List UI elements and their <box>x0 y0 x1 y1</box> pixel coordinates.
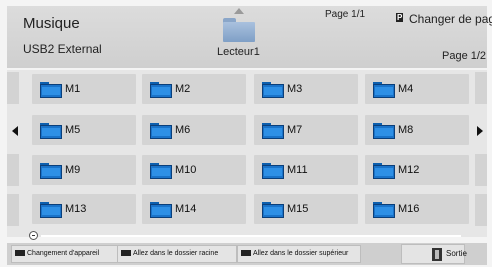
folder-icon <box>262 123 284 139</box>
folder-tile[interactable]: M16 <box>365 194 469 224</box>
folder-icon <box>150 82 172 98</box>
current-folder-label: Lecteur1 <box>217 46 260 58</box>
folder-tile[interactable]: M10 <box>142 155 246 185</box>
right-side-strip <box>475 154 487 186</box>
folder-name: M13 <box>65 203 87 215</box>
media-browser-screen: Musique USB2 External Lecteur1 Page 1/1 … <box>0 0 492 267</box>
color-key-icon <box>241 250 251 257</box>
folder-tile[interactable]: M9 <box>32 155 136 185</box>
go-parent-folder-button[interactable]: Allez dans le dossier supérieur <box>237 245 361 263</box>
left-side-strip <box>7 154 19 186</box>
go-root-folder-label: Allez dans le dossier racine <box>133 250 219 257</box>
change-device-button[interactable]: Changement d'appareil <box>11 245 119 263</box>
folder-tile[interactable]: M5 <box>32 115 136 145</box>
folder-name: M16 <box>398 203 420 215</box>
page-indicator-top: Page 1/1 <box>325 9 366 20</box>
folder-icon <box>40 163 62 179</box>
folder-name: M1 <box>65 83 81 95</box>
change-page-hint: Changer de page <box>409 12 492 26</box>
exit-label: Sortie <box>446 249 467 258</box>
page-indicator-right: Page 1/2 <box>442 50 487 62</box>
folder-tile[interactable]: M12 <box>365 155 469 185</box>
folder-name: M12 <box>398 164 420 176</box>
folder-tile[interactable]: M14 <box>142 194 246 224</box>
folder-icon <box>262 163 284 179</box>
folder-icon <box>373 202 395 218</box>
folder-name: M4 <box>398 83 414 95</box>
page-title: Musique <box>23 15 80 32</box>
folder-name: M8 <box>398 124 414 136</box>
folder-tile[interactable]: M6 <box>142 115 246 145</box>
folder-name: M2 <box>175 83 191 95</box>
right-side-strip <box>475 72 487 104</box>
p-key-icon: P <box>396 13 404 22</box>
folder-icon[interactable] <box>223 18 255 42</box>
footer-bar: Changement d'appareil Allez dans le doss… <box>7 243 487 265</box>
file-grid: M1 M2 M3 M4 M5 M6 M7 M8 M9 M10 M11 M12 M… <box>7 70 487 240</box>
right-side-strip <box>475 194 487 226</box>
folder-icon <box>373 123 395 139</box>
folder-icon <box>262 82 284 98</box>
folder-tile[interactable]: M13 <box>32 194 136 224</box>
folder-name: M10 <box>175 164 197 176</box>
triangle-up-icon[interactable] <box>234 8 244 14</box>
scrollbar-track[interactable] <box>41 235 461 237</box>
folder-name: M5 <box>65 124 81 136</box>
folder-name: M11 <box>287 164 308 176</box>
device-name: USB2 External <box>23 42 102 56</box>
folder-tile[interactable]: M1 <box>32 74 136 104</box>
folder-icon <box>150 163 172 179</box>
folder-name: M9 <box>65 164 81 176</box>
folder-name: M3 <box>287 83 303 95</box>
folder-icon <box>373 163 395 179</box>
go-root-folder-button[interactable]: Allez dans le dossier racine <box>117 245 237 263</box>
header-bar: Musique USB2 External Lecteur1 Page 1/1 … <box>7 6 492 68</box>
folder-icon <box>150 123 172 139</box>
folder-icon <box>373 82 395 98</box>
exit-button[interactable]: Sortie <box>401 244 467 264</box>
scroll-knob-icon[interactable] <box>29 231 38 240</box>
folder-tile[interactable]: M7 <box>254 115 358 145</box>
folder-tile[interactable]: M3 <box>254 74 358 104</box>
change-device-label: Changement d'appareil <box>27 250 100 257</box>
arrow-left-icon[interactable] <box>12 126 18 136</box>
folder-tile[interactable]: M15 <box>254 194 358 224</box>
folder-tile[interactable]: M8 <box>365 115 469 145</box>
folder-name: M15 <box>287 203 309 215</box>
folder-name: M14 <box>175 203 197 215</box>
exit-door-icon <box>432 248 442 261</box>
folder-icon <box>150 202 172 218</box>
color-key-icon <box>15 250 25 257</box>
left-side-strip <box>7 72 19 104</box>
folder-icon <box>40 82 62 98</box>
folder-icon <box>40 202 62 218</box>
arrow-right-icon[interactable] <box>477 126 483 136</box>
folder-tile[interactable]: M11 <box>254 155 358 185</box>
folder-tile[interactable]: M2 <box>142 74 246 104</box>
p-key-badge: P <box>395 13 404 22</box>
folder-icon <box>40 123 62 139</box>
go-parent-folder-label: Allez dans le dossier supérieur <box>253 250 349 257</box>
color-key-icon <box>121 250 131 257</box>
folder-tile[interactable]: M4 <box>365 74 469 104</box>
folder-icon <box>262 202 284 218</box>
folder-name: M6 <box>175 124 191 136</box>
left-side-strip <box>7 194 19 226</box>
folder-name: M7 <box>287 124 303 136</box>
